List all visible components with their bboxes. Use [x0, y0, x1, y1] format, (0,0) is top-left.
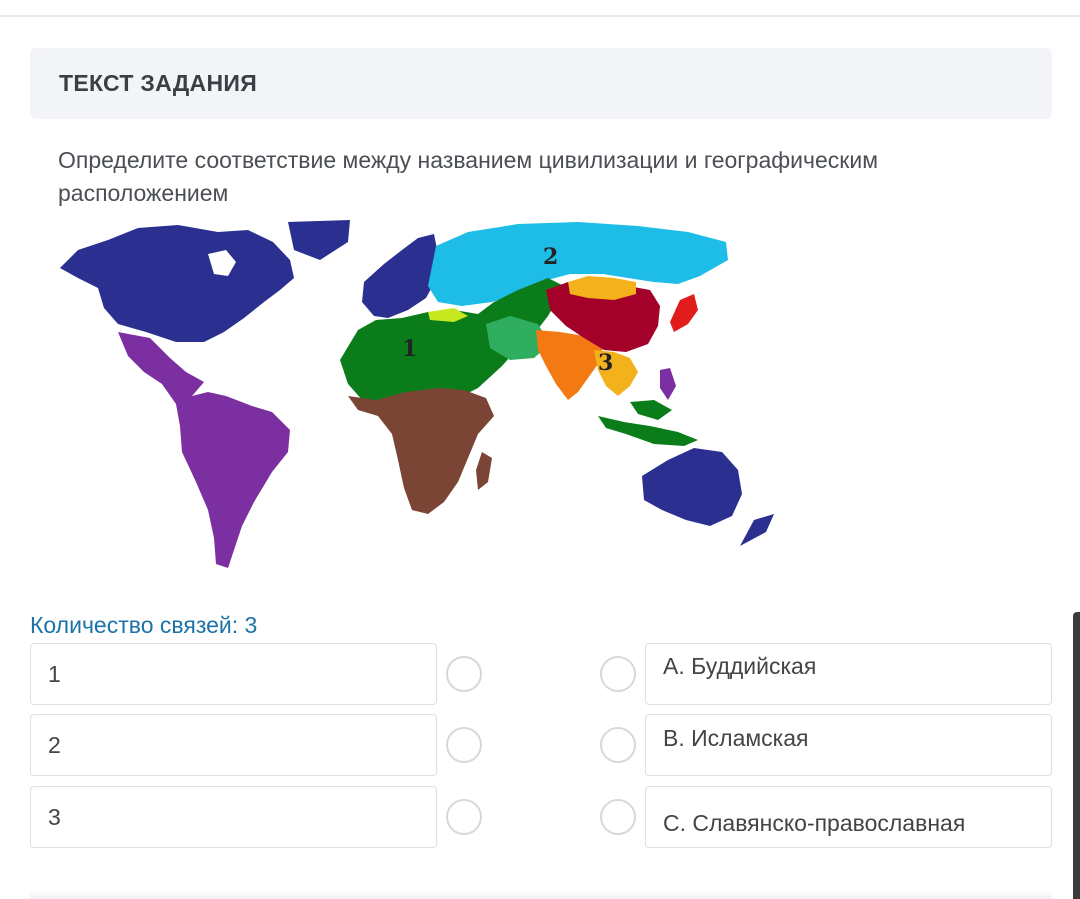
map-label-2: 2: [543, 244, 558, 270]
right-connector-b[interactable]: [600, 727, 636, 763]
australia-region: [642, 448, 742, 526]
question-text: Определите соответствие между названием …: [58, 147, 879, 206]
world-civilizations-map: 1 2 3: [60, 220, 774, 568]
right-item-b[interactable]: В. Исламская: [645, 714, 1052, 776]
links-count: Количество связей: 3: [30, 612, 258, 638]
right-item-b-label: В. Исламская: [663, 725, 809, 751]
map-label-1: 1: [402, 336, 417, 362]
left-connector-3[interactable]: [446, 799, 482, 835]
bottom-divider: [30, 890, 1052, 899]
left-item-1[interactable]: 1: [30, 643, 437, 705]
right-connector-a[interactable]: [600, 656, 636, 692]
latin-america-region: [118, 332, 290, 568]
top-divider: [0, 15, 1080, 17]
task-header-title: ТЕКСТ ЗАДАНИЯ: [59, 70, 258, 96]
left-connector-2[interactable]: [446, 727, 482, 763]
right-item-c[interactable]: С. Славянско-православная: [645, 786, 1052, 848]
right-connector-c[interactable]: [600, 799, 636, 835]
europe-west-region: [362, 234, 438, 318]
right-item-c-label: С. Славянско-православная: [663, 810, 966, 836]
left-item-3[interactable]: 3: [30, 786, 437, 848]
task-header: ТЕКСТ ЗАДАНИЯ: [30, 48, 1052, 119]
left-connector-1[interactable]: [446, 656, 482, 692]
african-region: [348, 388, 494, 514]
right-item-a-label: А. Буддийская: [663, 653, 817, 679]
left-item-2[interactable]: 2: [30, 714, 437, 776]
scrollbar[interactable]: [1073, 612, 1080, 899]
right-item-a[interactable]: А. Буддийская: [645, 643, 1052, 705]
north-america-region: [60, 225, 294, 342]
japan-region: [670, 294, 698, 332]
map-label-3: 3: [598, 350, 613, 376]
